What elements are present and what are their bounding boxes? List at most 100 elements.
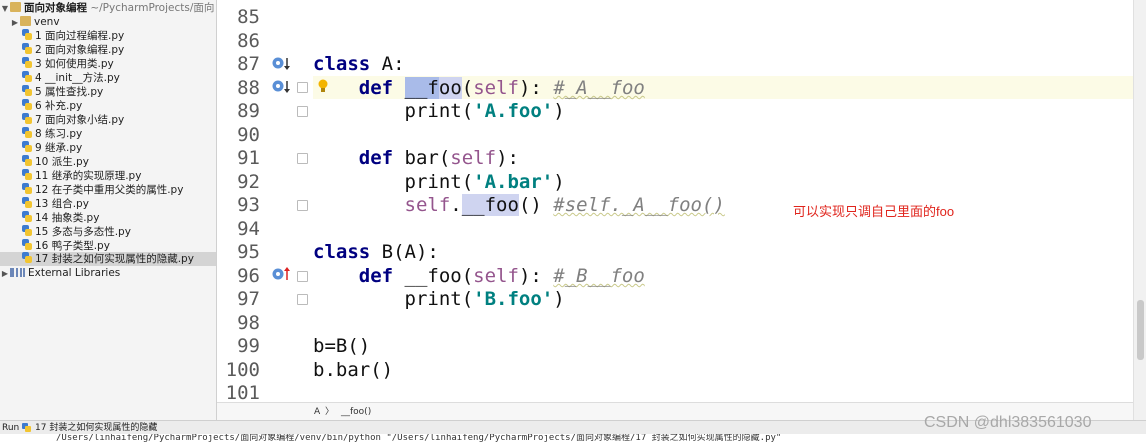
tree-item-label: 1 面向过程编程.py — [35, 30, 125, 42]
tree-item-file[interactable]: 6 补充.py — [22, 99, 82, 113]
tree-item-file[interactable]: 2 面向对象编程.py — [22, 43, 124, 57]
fold-marker[interactable] — [297, 200, 308, 211]
code-line: b=B() — [313, 335, 371, 357]
run-label: Run — [2, 423, 20, 433]
fold-marker[interactable] — [297, 294, 308, 305]
code-line: b.bar() — [313, 359, 394, 381]
run-output-line: /Users/linhaifeng/PycharmProjects/面向对象编程… — [56, 434, 782, 442]
breadcrumb-method[interactable]: __foo() — [341, 403, 371, 421]
folder-icon — [10, 2, 21, 12]
python-run-icon — [22, 423, 31, 432]
tree-item-file[interactable]: 10 派生.py — [22, 155, 89, 169]
tree-root-path: ~/PycharmProjects/面向 — [90, 2, 215, 14]
tree-item-file[interactable]: 1 面向过程编程.py — [22, 29, 124, 43]
python-file-icon — [22, 71, 32, 82]
tree-item-external-libraries[interactable]: ▶ External Libraries — [0, 266, 120, 280]
tree-item-label: venv — [34, 16, 60, 28]
line-number: 101 — [225, 382, 260, 404]
tree-item-file[interactable]: 16 鸭子类型.py — [22, 239, 110, 253]
tree-item-label: 9 继承.py — [35, 142, 83, 154]
tree-item-label: 13 组合.py — [35, 198, 89, 210]
python-file-icon — [22, 85, 32, 96]
code-line: def __foo(self): #_B__foo — [358, 265, 645, 287]
python-file-icon — [22, 141, 32, 152]
overridden-method-icon[interactable] — [272, 79, 292, 95]
tree-item-file[interactable]: 9 继承.py — [22, 141, 82, 155]
red-annotation: 可以实现只调自己里面的foo — [793, 204, 955, 219]
tree-item-file[interactable]: 15 多态与多态性.py — [22, 225, 131, 239]
python-file-icon — [22, 99, 32, 110]
line-number: 88 — [237, 77, 260, 99]
overriding-method-icon[interactable] — [272, 266, 292, 282]
python-file-icon — [22, 155, 32, 166]
chevron-right-icon[interactable]: ▶ — [0, 267, 10, 281]
python-file-icon — [22, 239, 32, 250]
line-number: 97 — [237, 288, 260, 310]
breadcrumb-class[interactable]: A — [314, 403, 320, 421]
fold-marker[interactable] — [297, 82, 308, 93]
line-number: 95 — [237, 241, 260, 263]
tree-item-label: 17 封装之如何实现属性的隐藏.py — [35, 253, 194, 265]
tree-root[interactable]: ▼ 面向对象编程 ~/PycharmProjects/面向 — [0, 1, 214, 15]
fold-marker[interactable] — [297, 271, 308, 282]
folder-icon — [20, 16, 31, 26]
scrollbar-thumb[interactable] — [1137, 300, 1144, 360]
tree-item-label: 8 练习.py — [35, 128, 83, 140]
project-tree: ▼ 面向对象编程 ~/PycharmProjects/面向 ▶ venv 1 面向过… — [0, 0, 217, 420]
fold-marker[interactable] — [297, 153, 308, 164]
tree-item-label: 11 继承的实现原理.py — [35, 170, 142, 182]
tree-item-label: External Libraries — [28, 267, 121, 279]
tree-item-file[interactable]: 7 面向对象小结.py — [22, 113, 124, 127]
tree-item-label: 2 面向对象编程.py — [35, 44, 125, 56]
python-file-icon — [22, 252, 32, 263]
code-line: def __foo(self): #_A__foo — [358, 77, 645, 99]
python-file-icon — [22, 43, 32, 54]
tree-item-label: 4 __init__方法.py — [35, 72, 120, 84]
line-number: 99 — [237, 335, 260, 357]
editor-scrollbar[interactable] — [1133, 0, 1146, 420]
tree-item-label: 14 抽象类.py — [35, 212, 100, 224]
line-number: 100 — [225, 359, 260, 381]
chevron-down-icon[interactable]: ▼ — [0, 2, 10, 16]
code-line: print('A.foo') — [313, 100, 565, 122]
line-number: 92 — [237, 171, 260, 193]
code-editor[interactable]: class A: def __foo(self): #_A__foo print… — [313, 0, 1133, 402]
tree-item-file[interactable]: 14 抽象类.py — [22, 211, 99, 225]
tree-item-file[interactable]: 8 练习.py — [22, 127, 82, 141]
line-number: 87 — [237, 53, 260, 75]
run-tab[interactable]: 17 封装之如何实现属性的隐藏 — [35, 421, 157, 435]
breadcrumb-separator: 〉 — [325, 407, 335, 417]
tree-item-file[interactable]: 12 在子类中重用父类的属性.py — [22, 183, 183, 197]
tree-item-file[interactable]: 5 属性查找.py — [22, 85, 103, 99]
tree-item-file[interactable]: 4 __init__方法.py — [22, 71, 120, 85]
python-file-icon — [22, 127, 32, 138]
line-number: 93 — [237, 194, 260, 216]
overridden-method-icon[interactable] — [272, 56, 292, 72]
watermark: CSDN @dhl383561030 — [924, 414, 1092, 431]
tree-item-label: 5 属性查找.py — [35, 86, 104, 98]
python-file-icon — [22, 183, 32, 194]
python-file-icon — [22, 113, 32, 124]
fold-marker[interactable] — [297, 106, 308, 117]
tree-item-venv[interactable]: ▶ venv — [10, 15, 60, 29]
python-file-icon — [22, 57, 32, 68]
tree-item-label: 16 鸭子类型.py — [35, 240, 110, 252]
tree-item-label: 7 面向对象小结.py — [35, 114, 125, 126]
editor-gutter: 85 86 87 88 89 90 91 92 93 94 95 96 97 9… — [217, 0, 328, 404]
code-line: print('B.foo') — [313, 288, 565, 310]
line-number: 89 — [237, 100, 260, 122]
tree-item-label: 10 派生.py — [35, 156, 89, 168]
code-line: class A: — [313, 53, 405, 75]
tree-item-file[interactable]: 3 如何使用类.py — [22, 57, 114, 71]
library-icon — [10, 268, 25, 277]
tree-item-file-selected[interactable]: 17 封装之如何实现属性的隐藏.py — [0, 252, 216, 266]
line-number: 85 — [237, 6, 260, 28]
run-console: /Users/linhaifeng/PycharmProjects/面向对象编程… — [0, 434, 1146, 442]
code-line: class B(A): — [313, 241, 439, 263]
tree-item-file[interactable]: 11 继承的实现原理.py — [22, 169, 141, 183]
chevron-right-icon[interactable]: ▶ — [10, 16, 20, 30]
tree-root-name: 面向对象编程 — [24, 2, 87, 14]
code-line: self.__foo() #self._A__foo() — [404, 194, 725, 216]
line-number: 96 — [237, 265, 260, 287]
tree-item-file[interactable]: 13 组合.py — [22, 197, 89, 211]
